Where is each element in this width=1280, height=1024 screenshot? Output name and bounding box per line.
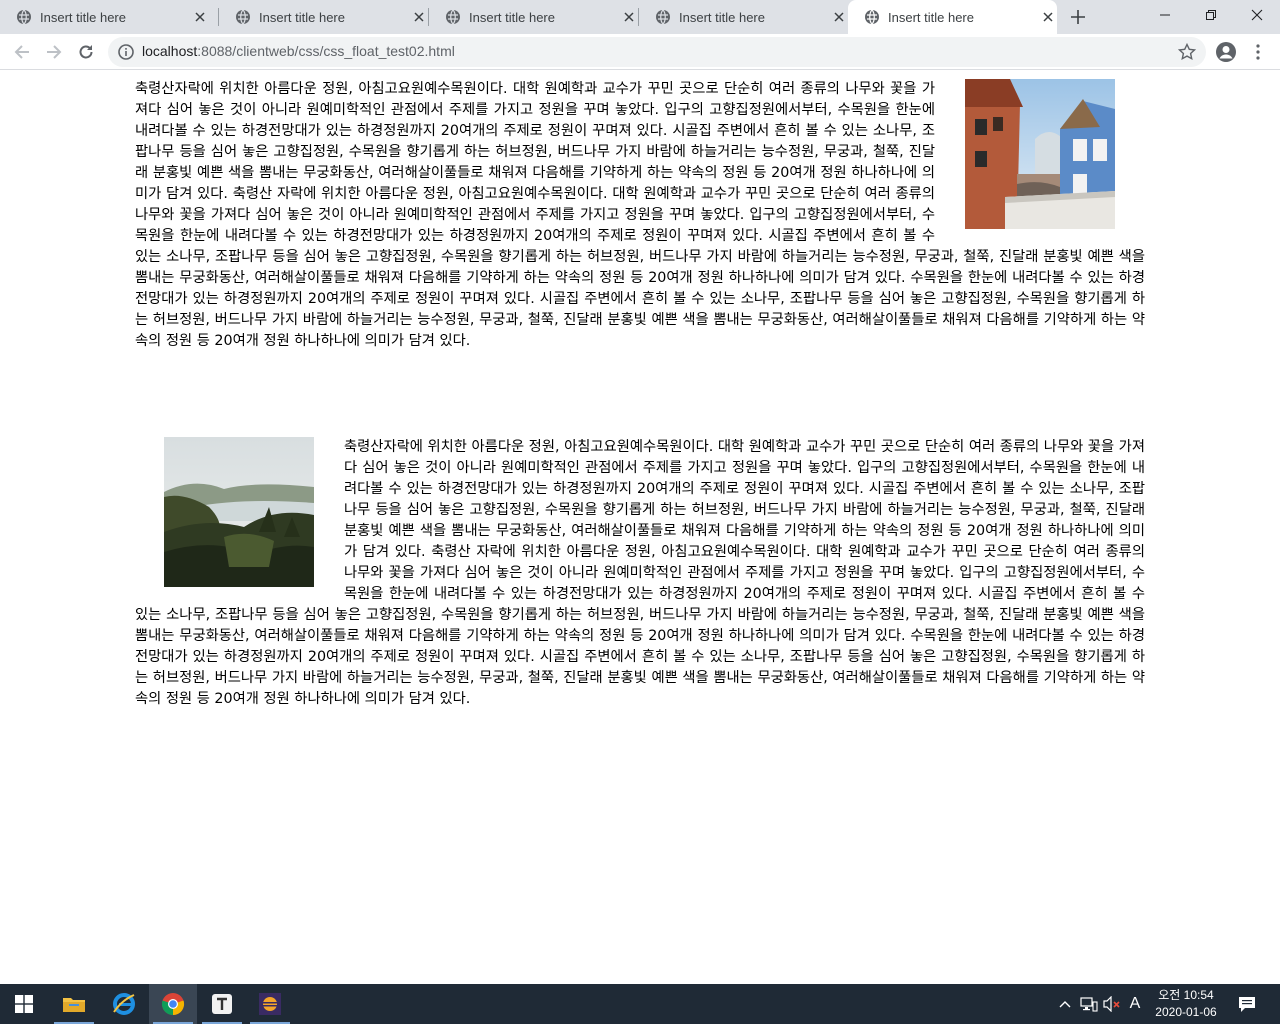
- tab-title: Insert title here: [40, 9, 126, 25]
- clock-date: 2020-01-06: [1155, 1005, 1217, 1019]
- url-path: :8088/clientweb/css/css_float_test02.htm…: [197, 43, 455, 59]
- chrome-icon: [161, 993, 185, 1016]
- network-icon: [1080, 997, 1098, 1012]
- close-icon[interactable]: [831, 9, 847, 25]
- globe-icon: [446, 9, 460, 25]
- close-icon[interactable]: [1040, 9, 1056, 25]
- back-button[interactable]: [8, 38, 36, 66]
- back-arrow-icon: [14, 45, 29, 59]
- volume-muted-icon: [1103, 996, 1120, 1012]
- tab-4[interactable]: Insert title here: [639, 0, 849, 34]
- tab-1[interactable]: Insert title here: [0, 0, 218, 34]
- globe-icon: [236, 9, 250, 25]
- info-icon[interactable]: [118, 44, 134, 60]
- windows-start-icon: [15, 995, 33, 1013]
- action-center-button[interactable]: [1237, 994, 1257, 1014]
- volume-control[interactable]: [1102, 994, 1122, 1014]
- typora-icon: [212, 994, 232, 1014]
- close-icon[interactable]: [192, 9, 208, 25]
- taskbar-chrome[interactable]: [149, 984, 197, 1024]
- minimize-icon: [1160, 14, 1170, 16]
- address-bar[interactable]: localhost:8088/clientweb/css/css_float_t…: [108, 37, 1206, 67]
- taskbar-file-explorer[interactable]: [50, 984, 98, 1024]
- menu-dots-icon: [1256, 44, 1260, 60]
- tab-2[interactable]: Insert title here: [219, 0, 429, 34]
- reload-button[interactable]: [72, 38, 100, 66]
- eclipse-icon: [259, 993, 281, 1015]
- forward-button[interactable]: [40, 38, 68, 66]
- tab-title: Insert title here: [259, 9, 345, 25]
- taskbar-typora[interactable]: [198, 984, 246, 1024]
- network-status[interactable]: [1079, 994, 1099, 1014]
- tab-title: Insert title here: [469, 9, 555, 25]
- globe-icon: [865, 9, 879, 25]
- notification-icon: [1239, 997, 1255, 1012]
- clock-time: 오전 10:54: [1158, 988, 1214, 1002]
- window-close-button[interactable]: [1234, 0, 1280, 30]
- page-content: 축령산자락에 위치한 아름다운 정원, 아침고요원예수목원이다. 대학 원예학과…: [0, 71, 1280, 984]
- url-text[interactable]: localhost:8088/clientweb/css/css_float_t…: [142, 43, 455, 59]
- tab-5-active[interactable]: Insert title here: [848, 0, 1057, 34]
- plus-icon: [1071, 10, 1085, 24]
- article-section-2: 축령산자락에 위치한 아름다운 정원, 아침고요원예수목원이다. 대학 원예학과…: [135, 437, 1145, 710]
- close-icon[interactable]: [621, 9, 637, 25]
- taskbar-internet-explorer[interactable]: [100, 984, 148, 1024]
- tab-3[interactable]: Insert title here: [429, 0, 639, 34]
- show-hidden-icons-button[interactable]: [1055, 994, 1075, 1014]
- file-explorer-icon: [63, 998, 85, 1012]
- windows-taskbar: A 오전 10:54 2020-01-06: [0, 984, 1280, 1024]
- globe-icon: [656, 9, 670, 25]
- browser-menu-button[interactable]: [1244, 38, 1272, 66]
- tab-title: Insert title here: [888, 9, 974, 25]
- chevron-up-icon: [1059, 1001, 1071, 1008]
- start-button[interactable]: [0, 984, 48, 1024]
- taskbar-clock[interactable]: 오전 10:54 2020-01-06: [1150, 987, 1222, 1021]
- close-icon[interactable]: [411, 9, 427, 25]
- internet-explorer-icon: [113, 993, 135, 1015]
- tab-strip: Insert title here Insert title here Inse…: [0, 0, 1280, 34]
- article-section-1: 축령산자락에 위치한 아름다운 정원, 아침고요원예수목원이다. 대학 원예학과…: [135, 79, 1145, 352]
- new-tab-button[interactable]: [1066, 5, 1090, 29]
- taskbar-eclipse[interactable]: [246, 984, 294, 1024]
- browser-toolbar: localhost:8088/clientweb/css/css_float_t…: [0, 34, 1280, 70]
- url-host: localhost: [142, 43, 198, 59]
- ime-indicator[interactable]: A: [1125, 994, 1145, 1014]
- reload-icon: [79, 45, 93, 59]
- forward-arrow-icon: [47, 45, 62, 59]
- account-button[interactable]: [1212, 38, 1240, 66]
- restore-icon: [1206, 10, 1216, 20]
- close-icon: [1251, 9, 1263, 21]
- mountain-lake-photo: [164, 437, 314, 587]
- restore-button[interactable]: [1188, 0, 1234, 30]
- globe-icon: [17, 9, 31, 25]
- village-photo: [965, 79, 1115, 229]
- star-icon[interactable]: [1178, 43, 1196, 61]
- minimize-button[interactable]: [1142, 0, 1188, 30]
- account-icon: [1216, 42, 1236, 62]
- tab-title: Insert title here: [679, 9, 765, 25]
